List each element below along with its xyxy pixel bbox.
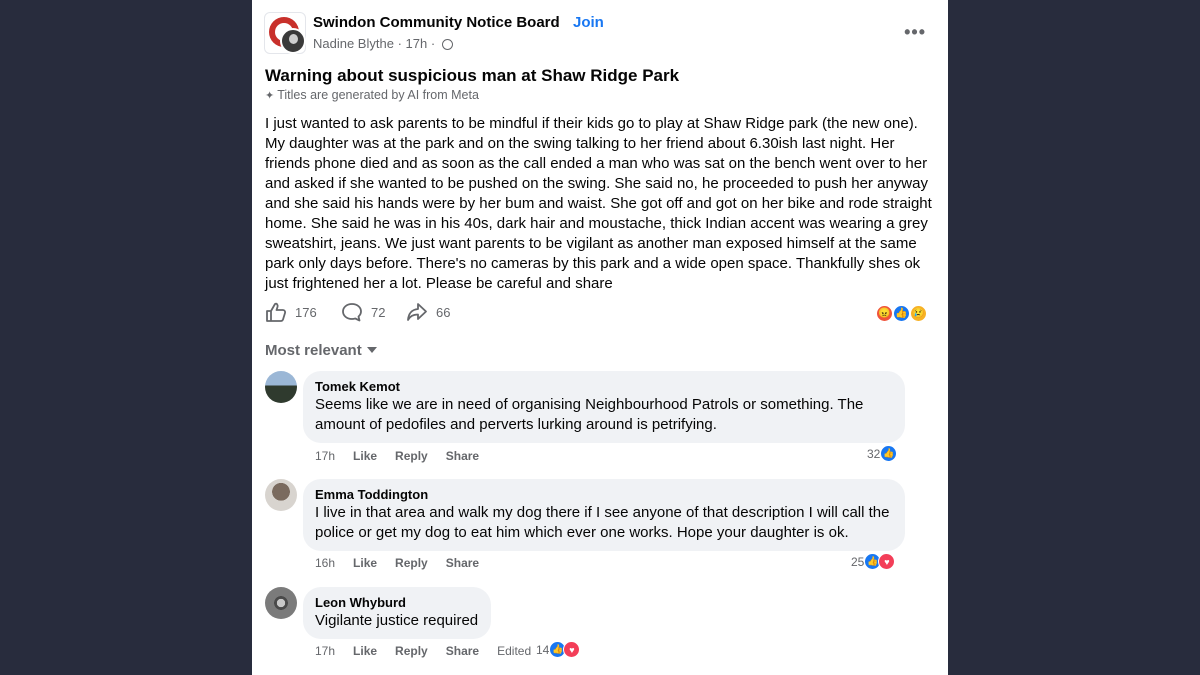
- post-title: Warning about suspicious man at Shaw Rid…: [265, 66, 680, 85]
- comment-like-button[interactable]: Like: [353, 644, 377, 658]
- comment-count: 72: [371, 304, 386, 320]
- comment-reaction-count: 32: [867, 446, 881, 461]
- post-card: Swindon Community Notice Board · Join Na…: [252, 0, 948, 675]
- globe-icon: [441, 39, 453, 50]
- comment-icon: [342, 303, 362, 322]
- like-reaction-icon: 👍: [880, 445, 898, 462]
- like-count: 176: [295, 304, 317, 320]
- post-meta: Nadine Blythe · 17h ·: [313, 36, 453, 51]
- comment-share-button[interactable]: Share: [446, 556, 479, 570]
- comment-edited-label[interactable]: Edited: [497, 644, 531, 658]
- ai-sparkle-icon: ✦: [265, 90, 275, 102]
- comment-text: Vigilante justice required: [315, 612, 479, 629]
- comment-time[interactable]: 17h: [315, 449, 335, 463]
- post-reactions[interactable]: 😠 👍 😢: [875, 304, 935, 324]
- sad-reaction-icon: 😢: [909, 304, 928, 323]
- share-action[interactable]: 66: [406, 302, 450, 322]
- meta-separator: ·: [397, 36, 402, 51]
- comment-share-button[interactable]: Share: [446, 449, 479, 463]
- thumbs-up-icon: [266, 302, 287, 322]
- commenter-avatar[interactable]: [265, 587, 297, 619]
- comment-action[interactable]: 72: [341, 302, 385, 322]
- commenter-avatar[interactable]: [265, 371, 297, 403]
- group-name-link[interactable]: Swindon Community Notice Board: [313, 14, 560, 31]
- commenter-name[interactable]: Tomek Kemot: [315, 379, 893, 395]
- comment-text: Seems like we are in need of organising …: [315, 396, 864, 433]
- commenter-name[interactable]: Leon Whyburd: [315, 595, 479, 611]
- comment-reply-button[interactable]: Reply: [395, 449, 428, 463]
- comment-meta: 17h Like Reply Share: [315, 449, 497, 463]
- ai-title-note: ✦ Titles are generated by AI from Meta: [265, 88, 479, 102]
- comment-reply-button[interactable]: Reply: [395, 556, 428, 570]
- commenter-name[interactable]: Emma Toddington: [315, 487, 893, 503]
- post-time[interactable]: 17h: [406, 36, 428, 51]
- post-header: Swindon Community Notice Board · Join Na…: [264, 12, 936, 56]
- comment-time[interactable]: 17h: [315, 644, 335, 658]
- author-avatar[interactable]: [280, 28, 306, 54]
- caret-down-icon: [366, 347, 377, 353]
- comment-meta: 16h Like Reply Share: [315, 556, 497, 570]
- header-separator: ·: [554, 14, 559, 31]
- comment-like-button[interactable]: Like: [353, 449, 377, 463]
- like-action[interactable]: 176: [265, 302, 317, 322]
- comment-reaction-count: 25: [851, 554, 865, 569]
- comment-meta: 17h Like Reply Share Edited: [315, 644, 549, 658]
- love-reaction-icon: ♥: [563, 641, 581, 658]
- comment-share-button[interactable]: Share: [446, 644, 479, 658]
- comment-reactions[interactable]: 14 👍 ♥: [536, 641, 581, 658]
- post-body: I just wanted to ask parents to be mindf…: [265, 115, 932, 292]
- comment-text: I live in that area and walk my dog ther…: [315, 504, 890, 541]
- commenter-avatar[interactable]: [265, 479, 297, 511]
- post-actions: 176 72 66 😠 👍 😢: [265, 302, 935, 326]
- comment-reactions[interactable]: 25 👍 ♥: [851, 553, 896, 570]
- share-icon: [407, 303, 427, 321]
- comment-bubble: Leon Whyburd Vigilante justice required: [303, 587, 491, 639]
- comment-time[interactable]: 16h: [315, 556, 335, 570]
- comment-reply-button[interactable]: Reply: [395, 644, 428, 658]
- comment-reactions[interactable]: 32 👍: [867, 445, 898, 462]
- ai-note-text: Titles are generated by AI from Meta: [277, 88, 479, 102]
- comment-bubble: Emma Toddington I live in that area and …: [303, 479, 905, 551]
- join-button[interactable]: Join: [573, 14, 604, 31]
- comment-sort-dropdown[interactable]: Most relevant: [265, 342, 377, 359]
- love-reaction-icon: ♥: [878, 553, 896, 570]
- comment-like-button[interactable]: Like: [353, 556, 377, 570]
- share-count: 66: [436, 304, 451, 320]
- meta-separator-2: ·: [430, 36, 436, 51]
- comment-bubble: Tomek Kemot Seems like we are in need of…: [303, 371, 905, 443]
- author-name-link[interactable]: Nadine Blythe: [313, 36, 394, 51]
- comment-reaction-count: 14: [536, 642, 550, 657]
- sort-label: Most relevant: [265, 342, 362, 359]
- more-options-icon[interactable]: •••: [904, 22, 926, 43]
